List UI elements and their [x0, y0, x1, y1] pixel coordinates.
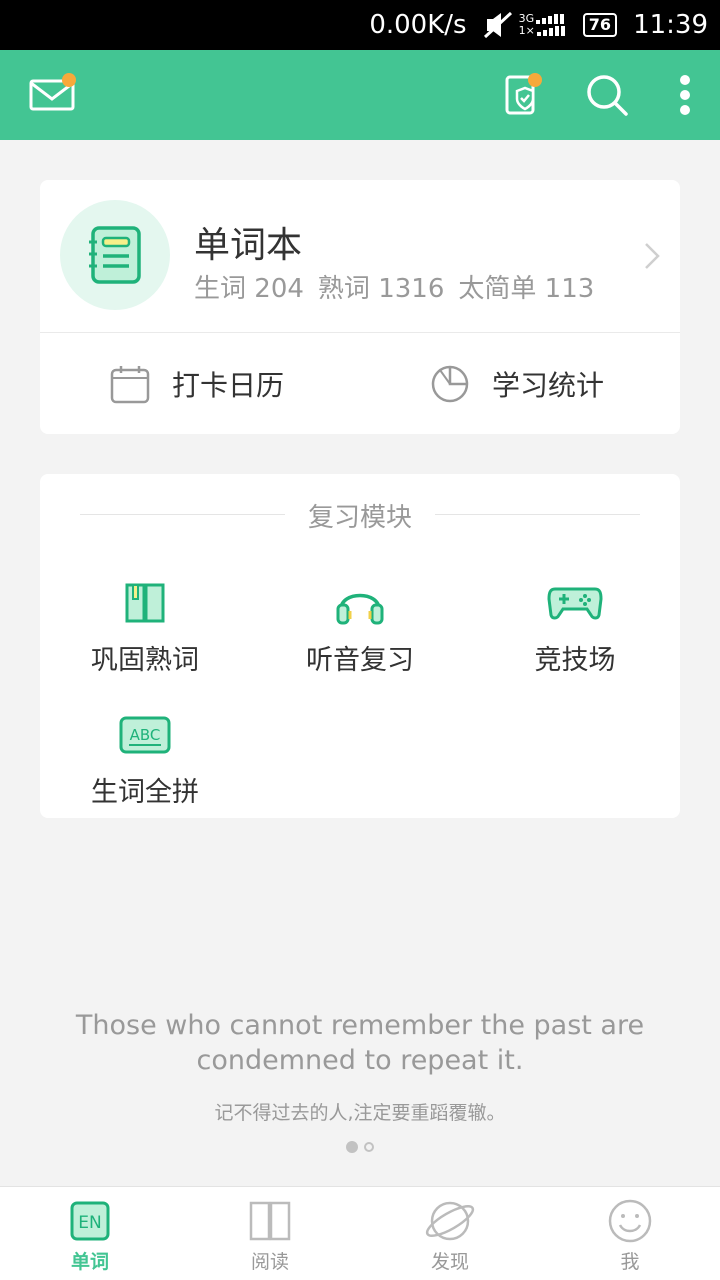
pager-dot-active	[346, 1141, 358, 1153]
svg-text:ABC: ABC	[130, 726, 161, 744]
stat-known-words: 熟词 1316	[317, 274, 445, 304]
nav-words[interactable]: EN 单词	[0, 1197, 180, 1274]
svg-text:EN: EN	[78, 1213, 101, 1233]
section-title: 复习模块	[40, 498, 680, 533]
mail-badge	[62, 73, 76, 87]
bottom-nav: EN 单词 阅读 发现 我	[0, 1186, 720, 1280]
checkin-calendar-button[interactable]: 打卡日历	[110, 362, 284, 406]
sim2-type: 1×	[518, 24, 535, 37]
battery-icon: 76	[582, 13, 618, 37]
en-word-icon: EN	[0, 1197, 180, 1245]
wordbook-header[interactable]: 单词本 生词 204 熟词 1316 太简单 113	[40, 180, 680, 332]
nav-me[interactable]: 我	[540, 1197, 720, 1274]
module-listen-review[interactable]: 听音复习	[255, 578, 465, 677]
study-stats-button[interactable]: 学习统计	[430, 362, 604, 406]
pager-dot	[364, 1142, 374, 1152]
checkin-shield-icon[interactable]	[496, 70, 546, 120]
app-bar	[0, 50, 720, 140]
signal-icon: 3G 1×	[519, 13, 567, 37]
wordbook-card: 单词本 生词 204 熟词 1316 太简单 113 打卡日历 学习统计	[40, 180, 680, 434]
planet-icon	[360, 1197, 540, 1245]
stat-new-words: 生词 204	[194, 274, 304, 304]
more-icon[interactable]	[660, 70, 710, 120]
smiley-icon	[540, 1197, 720, 1245]
quote-pager	[0, 1141, 720, 1153]
clock: 11:39	[633, 10, 708, 40]
pie-chart-icon	[431, 365, 469, 403]
mute-icon	[483, 11, 512, 39]
book-icon	[40, 578, 250, 628]
notebook-icon	[60, 200, 170, 310]
wordbook-stats: 生词 204 熟词 1316 太简单 113	[194, 268, 594, 305]
calendar-icon	[110, 366, 150, 404]
net-speed: 0.00K/s	[369, 10, 467, 40]
signal-group: 3G 1×	[483, 11, 567, 39]
chevron-right-icon	[642, 240, 662, 276]
search-icon[interactable]	[582, 70, 632, 120]
nav-discover[interactable]: 发现	[360, 1197, 540, 1274]
checkin-calendar-label: 打卡日历	[172, 369, 285, 402]
module-consolidate-words[interactable]: 巩固熟词	[40, 578, 250, 677]
stat-too-easy: 太简单 113	[458, 274, 595, 304]
review-card: 复习模块 巩固熟词 听音复习 竞技场 ABC 生词全拼	[40, 474, 680, 818]
module-arena[interactable]: 竞技场	[470, 578, 680, 677]
divider	[40, 332, 680, 333]
quote-english: Those who cannot remember the past are c…	[75, 1010, 645, 1076]
module-full-spelling[interactable]: ABC 生词全拼	[40, 710, 250, 809]
reading-book-icon	[180, 1197, 360, 1245]
checkin-badge	[528, 73, 542, 87]
nav-reading[interactable]: 阅读	[180, 1197, 360, 1274]
gamepad-icon	[470, 578, 680, 628]
abc-icon: ABC	[40, 710, 250, 760]
mail-icon[interactable]	[28, 70, 78, 120]
wordbook-title: 单词本	[194, 225, 303, 266]
quote-chinese: 记不得过去的人,注定要重蹈覆辙。	[214, 1102, 506, 1124]
status-bar: 0.00K/s 3G 1× 76 11:39	[0, 0, 720, 50]
study-stats-label: 学习统计	[492, 369, 605, 402]
headphones-icon	[255, 578, 465, 628]
